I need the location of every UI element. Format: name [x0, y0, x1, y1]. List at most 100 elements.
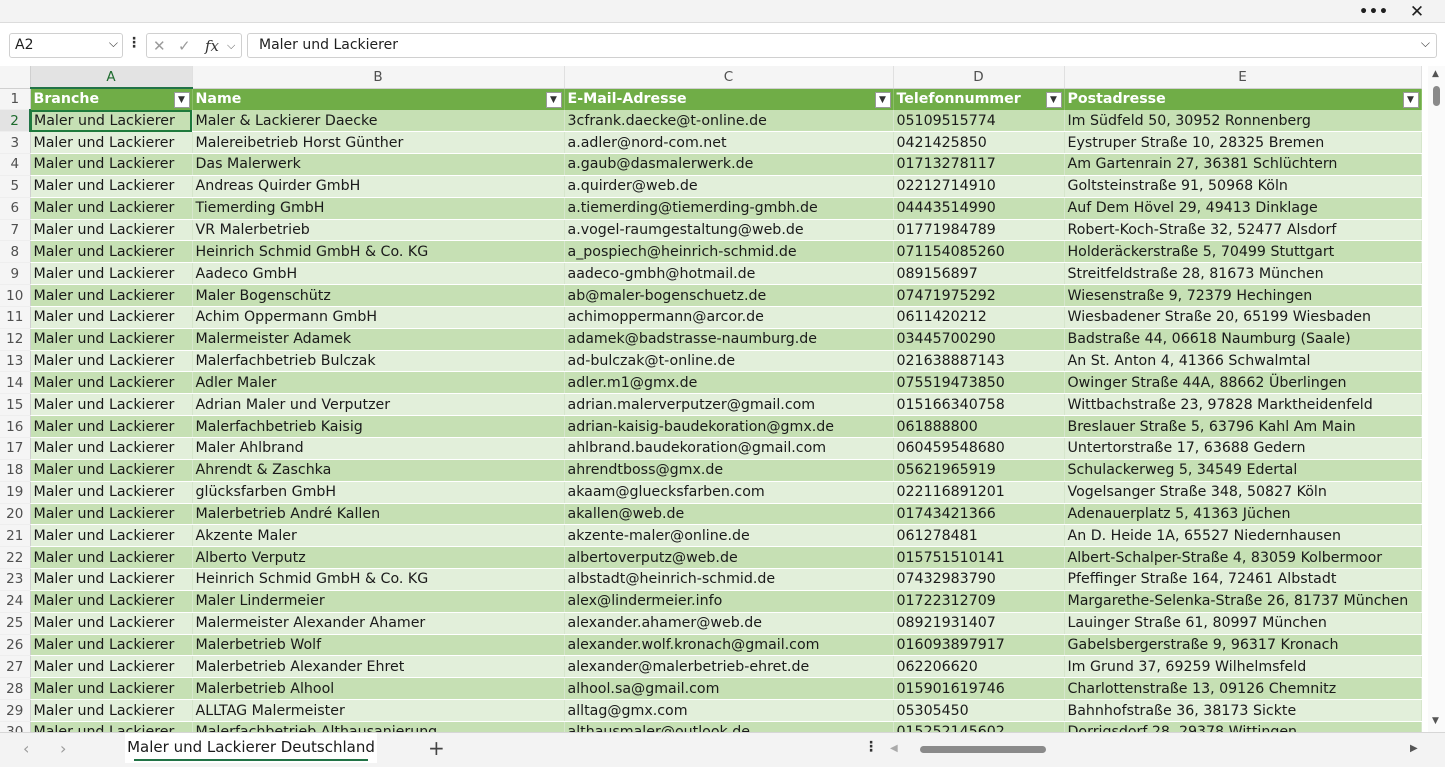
cell[interactable]: Pfeffinger Straße 164, 72461 Albstadt: [1064, 568, 1422, 591]
row-header[interactable]: 12: [0, 328, 31, 351]
cell[interactable]: a.adler@nord-com.net: [564, 131, 894, 155]
cell[interactable]: An D. Heide 1A, 65527 Niedernhausen: [1064, 524, 1422, 548]
cell[interactable]: Im Südfeld 50, 30952 Ronnenberg: [1064, 109, 1422, 133]
cell[interactable]: Maler und Lackierer: [30, 568, 193, 591]
vertical-scroll-thumb[interactable]: [1433, 86, 1440, 106]
cell[interactable]: alexander.wolf.kronach@gmail.com: [564, 634, 894, 657]
cell[interactable]: althausmaler@outlook.de: [564, 721, 894, 732]
cell[interactable]: Goltsteinstraße 91, 50968 Köln: [1064, 175, 1422, 198]
cell[interactable]: 05305450: [893, 699, 1065, 722]
cell[interactable]: Malermeister Alexander Ahamer: [192, 612, 565, 635]
cell[interactable]: adrian.malerverputzer@gmail.com: [564, 393, 894, 417]
row-header[interactable]: 13: [0, 350, 31, 373]
cell[interactable]: alhool.sa@gmail.com: [564, 677, 894, 701]
horizontal-scrollbar[interactable]: ◀ ▶: [890, 741, 1430, 757]
cell[interactable]: Maler und Lackierer: [30, 437, 193, 460]
cell[interactable]: 075519473850: [893, 371, 1065, 395]
row-header[interactable]: 21: [0, 524, 31, 548]
row-header[interactable]: 29: [0, 699, 31, 722]
cell[interactable]: Maler und Lackierer: [30, 655, 193, 679]
cell[interactable]: Dorrigsdorf 28, 29378 Wittingen: [1064, 721, 1422, 732]
cell[interactable]: Maler und Lackierer: [30, 415, 193, 438]
table-header-cell[interactable]: Name ▼: [192, 88, 565, 110]
sheet-options-icon[interactable]: ⋮: [864, 739, 878, 755]
scroll-up-icon[interactable]: ▲: [1432, 69, 1439, 79]
cell[interactable]: Heinrich Schmid GmbH & Co. KG: [192, 568, 565, 591]
row-header[interactable]: 24: [0, 590, 31, 613]
horizontal-scroll-thumb[interactable]: [920, 746, 1046, 753]
cell[interactable]: albertoverputz@web.de: [564, 546, 894, 570]
row-header[interactable]: 2: [0, 109, 31, 133]
row-header[interactable]: 17: [0, 437, 31, 460]
cell[interactable]: Breslauer Straße 5, 63796 Kahl Am Main: [1064, 415, 1422, 438]
cell[interactable]: ad-bulczak@t-online.de: [564, 350, 894, 373]
cell[interactable]: Akzente Maler: [192, 524, 565, 548]
cell[interactable]: Maler und Lackierer: [30, 590, 193, 613]
cell[interactable]: Malerbetrieb André Kallen: [192, 503, 565, 526]
cell[interactable]: Maler und Lackierer: [30, 109, 193, 133]
cell[interactable]: 015901619746: [893, 677, 1065, 701]
cell[interactable]: 04443514990: [893, 197, 1065, 220]
cell[interactable]: 015751510141: [893, 546, 1065, 570]
cell[interactable]: Malerbetrieb Wolf: [192, 634, 565, 657]
cell[interactable]: albstadt@heinrich-schmid.de: [564, 568, 894, 591]
cell[interactable]: Am Gartenrain 27, 36381 Schlüchtern: [1064, 153, 1422, 176]
cell[interactable]: 015252145602: [893, 721, 1065, 732]
cell[interactable]: Maler und Lackierer: [30, 262, 193, 286]
cell[interactable]: 01722312709: [893, 590, 1065, 613]
cell[interactable]: Bahnhofstraße 36, 38173 Sickte: [1064, 699, 1422, 722]
cell[interactable]: 01713278117: [893, 153, 1065, 176]
cell[interactable]: alexander.ahamer@web.de: [564, 612, 894, 635]
cell[interactable]: Tiemerding GmbH: [192, 197, 565, 220]
cell[interactable]: Gabelsbergerstraße 9, 96317 Kronach: [1064, 634, 1422, 657]
cell[interactable]: Adenauerplatz 5, 41363 Jüchen: [1064, 503, 1422, 526]
insert-function-icon[interactable]: fx: [205, 37, 219, 55]
cell[interactable]: 07432983790: [893, 568, 1065, 591]
cell[interactable]: 0421425850: [893, 131, 1065, 155]
more-options-icon[interactable]: •••: [1354, 0, 1394, 23]
row-header[interactable]: 27: [0, 655, 31, 679]
row-header[interactable]: 10: [0, 284, 31, 307]
column-header-b[interactable]: B: [192, 66, 565, 89]
cell[interactable]: Lauinger Straße 61, 80997 München: [1064, 612, 1422, 635]
cell[interactable]: Schulackerweg 5, 34549 Edertal: [1064, 459, 1422, 482]
cell[interactable]: Maler und Lackierer: [30, 393, 193, 417]
cell[interactable]: 016093897917: [893, 634, 1065, 657]
cell[interactable]: 08921931407: [893, 612, 1065, 635]
confirm-icon[interactable]: ✓: [178, 37, 191, 55]
cell[interactable]: VR Malerbetrieb: [192, 219, 565, 242]
cell[interactable]: Maler und Lackierer: [30, 481, 193, 504]
cell[interactable]: Wittbachstraße 23, 97828 Marktheidenfeld: [1064, 393, 1422, 417]
filter-dropdown-icon[interactable]: ▼: [173, 92, 190, 108]
cell[interactable]: Maler und Lackierer: [30, 306, 193, 329]
cell[interactable]: a.gaub@dasmalerwerk.de: [564, 153, 894, 176]
cell[interactable]: Maler und Lackierer: [30, 503, 193, 526]
cell[interactable]: 062206620: [893, 655, 1065, 679]
row-header[interactable]: 26: [0, 634, 31, 657]
cell[interactable]: Maler und Lackierer: [30, 153, 193, 176]
cell[interactable]: Maler und Lackierer: [30, 197, 193, 220]
cell[interactable]: 015166340758: [893, 393, 1065, 417]
cell[interactable]: Ahrendt & Zaschka: [192, 459, 565, 482]
chevron-down-icon[interactable]: ⌵: [227, 39, 235, 53]
cell[interactable]: Margarethe-Selenka-Straße 26, 81737 Münc…: [1064, 590, 1422, 613]
cell[interactable]: a_pospiech@heinrich-schmid.de: [564, 240, 894, 264]
cell[interactable]: a.tiemerding@tiemerding-gmbh.de: [564, 197, 894, 220]
row-header[interactable]: 23: [0, 568, 31, 591]
cell[interactable]: 061278481: [893, 524, 1065, 548]
cell[interactable]: Malerbetrieb Alhool: [192, 677, 565, 701]
cell[interactable]: Maler und Lackierer: [30, 350, 193, 373]
cell[interactable]: Albert-Schalper-Straße 4, 83059 Kolbermo…: [1064, 546, 1422, 570]
cell[interactable]: ALLTAG Malermeister: [192, 699, 565, 722]
cell[interactable]: Maler und Lackierer: [30, 240, 193, 264]
select-all-corner[interactable]: [0, 66, 31, 89]
row-header[interactable]: 15: [0, 393, 31, 417]
row-header[interactable]: 3: [0, 131, 31, 155]
cell[interactable]: Alberto Verputz: [192, 546, 565, 570]
chevron-down-icon[interactable]: ⌵: [109, 36, 118, 51]
scroll-down-icon[interactable]: ▼: [1432, 716, 1439, 726]
cell[interactable]: Malermeister Adamek: [192, 328, 565, 351]
row-header[interactable]: 14: [0, 371, 31, 395]
row-header[interactable]: 19: [0, 481, 31, 504]
cell[interactable]: Eystruper Straße 10, 28325 Bremen: [1064, 131, 1422, 155]
